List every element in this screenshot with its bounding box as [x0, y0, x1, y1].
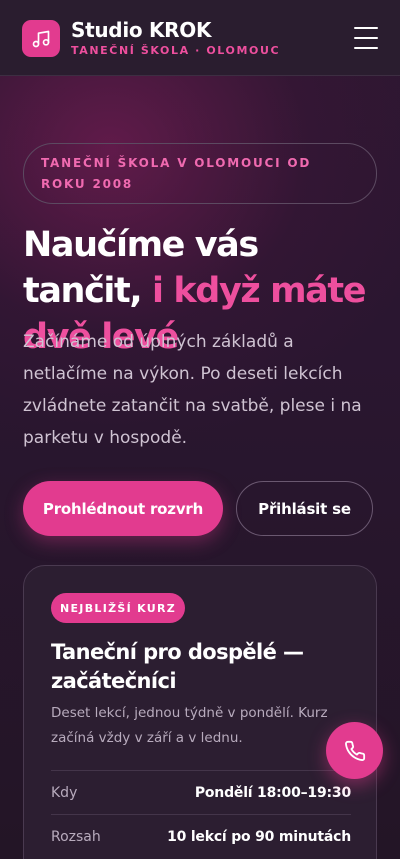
info-label: Kdy [51, 784, 78, 801]
menu-line [354, 27, 378, 29]
info-value: 10 lekcí po 90 minutách [167, 828, 351, 845]
top-bar: Studio KROK TANEČNÍ ŠKOLA · OLOMOUC [0, 0, 400, 76]
view-schedule-button[interactable]: Prohlédnout rozvrh [23, 481, 223, 536]
course-info-row-when: Kdy Pondělí 18:00–19:30 [51, 770, 351, 814]
hero-lead: Začínáme od úplných základů a netlačíme … [23, 332, 362, 448]
brand-title[interactable]: Studio KROK [71, 18, 211, 42]
brand-subtitle: TANEČNÍ ŠKOLA · OLOMOUC [71, 44, 281, 57]
call-button[interactable] [326, 722, 383, 779]
phone-icon [344, 740, 365, 761]
next-course-badge: NEJBLIŽŠÍ KURZ [51, 593, 185, 623]
hero-eyebrow: TANEČNÍ ŠKOLA V OLOMOUCI OD ROKU 2008 [23, 143, 377, 204]
course-description: Deset lekcí, jednou týdně v pondělí. Kur… [51, 705, 328, 746]
logo[interactable] [22, 20, 60, 57]
course-info-row-scope: Rozsah 10 lekcí po 90 minutách [51, 814, 351, 858]
info-label: Rozsah [51, 828, 101, 845]
hamburger-menu-icon[interactable] [354, 27, 378, 49]
menu-line [354, 37, 378, 39]
info-value: Pondělí 18:00–19:30 [194, 784, 351, 801]
music-note-icon [32, 30, 50, 47]
menu-line [354, 47, 378, 49]
course-title: Taneční pro dospělé — začátečníci [51, 640, 304, 693]
next-course-card: NEJBLIŽŠÍ KURZ Taneční pro dospělé — zač… [23, 565, 377, 859]
sign-up-button[interactable]: Přihlásit se [236, 481, 373, 536]
